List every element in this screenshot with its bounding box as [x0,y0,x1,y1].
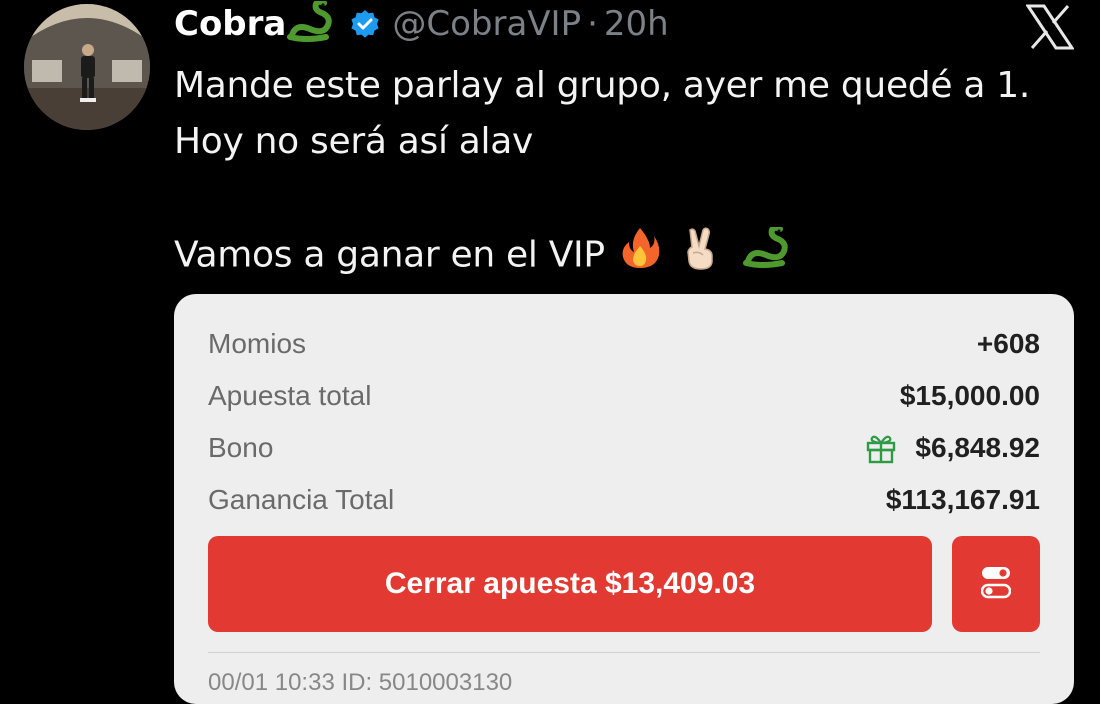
user-handle[interactable]: @CobraVIP [392,4,581,44]
tweet-text: Mande este parlay al grupo, ayer me qued… [174,58,1030,287]
total-stake-label: Apuesta total [208,380,372,411]
bet-footer: 00/01 10:33 ID: 5010003130 [208,652,1040,696]
snake-emoji-icon [286,0,336,47]
gift-icon [865,432,897,464]
toggle-icon [980,565,1012,604]
odds-row: Momios +608 [208,324,1040,364]
bet-slip-card[interactable]: Momios +608 Apuesta total $15,000.00 Bon… [174,294,1074,704]
total-winnings-row: Ganancia Total $113,167.91 [208,480,1040,520]
bonus-row: Bono $6,848.92 [208,428,1040,468]
total-winnings-label: Ganancia Total [208,484,395,515]
verified-badge-icon [350,9,380,39]
bonus-value: $6,848.92 [915,432,1040,463]
bet-id-text: 00/01 10:33 ID: 5010003130 [208,669,513,696]
total-winnings-value: $113,167.91 [885,484,1040,515]
display-name[interactable]: Cobra [174,4,286,44]
timestamp[interactable]: 20h [604,4,669,44]
bonus-label: Bono [208,432,274,463]
settings-toggle-button[interactable] [952,536,1040,632]
tweet-header: Cobra @CobraVIP · 20h [174,0,669,47]
avatar[interactable] [24,4,150,130]
tweet-text-line: Mande este parlay al grupo, ayer me qued… [174,65,1030,106]
avatar-photo [24,4,150,130]
cashout-button[interactable]: Cerrar apuesta $13,409.03 [208,536,932,632]
fire-emoji-icon [620,226,660,287]
separator-dot: · [587,4,598,44]
total-stake-row: Apuesta total $15,000.00 [208,376,1040,416]
total-stake-value: $15,000.00 [899,380,1040,411]
tweet-text-line: Vamos a ganar en el VIP [174,234,605,276]
snake-emoji-icon [742,224,792,286]
x-logo-icon [1025,4,1075,50]
tweet-text-line-with-emojis: Vamos a ganar en el VIP [174,224,1030,287]
odds-label: Momios [208,328,307,359]
bonus-value-group: $6,848.92 [865,432,1040,464]
odds-value: +608 [976,328,1040,359]
tweet-text-line: Hoy no será así alav [174,121,534,162]
victory-hand-emoji-icon [681,226,719,287]
